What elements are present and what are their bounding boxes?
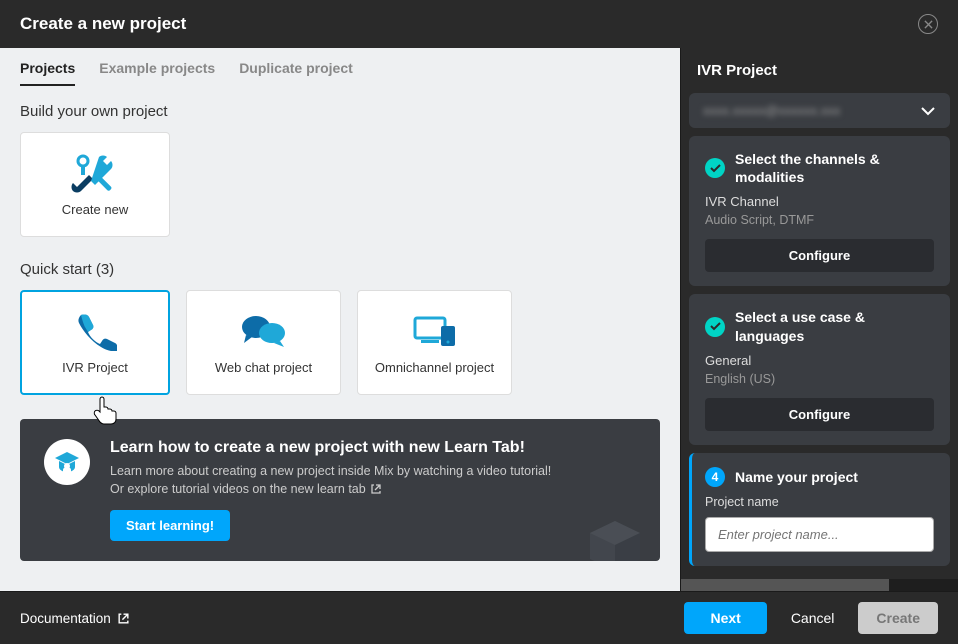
- configure-usecase-button[interactable]: Configure: [705, 398, 934, 431]
- chat-icon: [240, 310, 288, 352]
- phone-icon: [73, 310, 117, 352]
- quickstart-section-title: Quick start (3): [20, 261, 660, 278]
- step-name-title: Name your project: [735, 468, 858, 486]
- tools-icon: [71, 152, 119, 194]
- learn-desc-2: Or explore tutorial videos on the new le…: [110, 481, 366, 499]
- learn-desc-1: Learn more about creating a new project …: [110, 463, 636, 481]
- configure-channels-button[interactable]: Configure: [705, 239, 934, 272]
- step-channels-title: Select the channels & modalities: [735, 150, 934, 186]
- modal-title: Create a new project: [20, 14, 186, 34]
- ivr-project-label: IVR Project: [62, 360, 128, 375]
- graduate-icon: [44, 439, 90, 485]
- step-number-badge: 4: [705, 467, 725, 487]
- build-section-title: Build your own project: [20, 103, 660, 120]
- learn-title: Learn how to create a new project with n…: [110, 439, 636, 457]
- omnichannel-project-label: Omnichannel project: [375, 360, 494, 375]
- external-link-icon: [117, 612, 130, 625]
- documentation-link[interactable]: Documentation: [20, 611, 130, 626]
- learn-banner: Learn how to create a new project with n…: [20, 419, 660, 561]
- horizontal-scrollbar[interactable]: [681, 579, 958, 591]
- step-name-panel: 4 Name your project Project name: [689, 453, 950, 566]
- devices-icon: [411, 310, 459, 352]
- start-learning-button[interactable]: Start learning!: [110, 510, 230, 541]
- external-link-icon: [370, 483, 382, 495]
- create-button[interactable]: Create: [858, 602, 938, 634]
- project-name-input[interactable]: [705, 517, 934, 552]
- check-icon: [705, 158, 725, 178]
- tab-projects[interactable]: Projects: [20, 60, 75, 86]
- check-icon: [705, 317, 725, 337]
- right-panel-title: IVR Project: [681, 48, 958, 93]
- step-channels-panel: Select the channels & modalities IVR Cha…: [689, 136, 950, 286]
- step-channels-sub: IVR Channel: [705, 194, 934, 209]
- step-channels-sub2: Audio Script, DTMF: [705, 213, 934, 227]
- step-usecase-sub: General: [705, 353, 934, 368]
- create-new-label: Create new: [62, 202, 128, 217]
- step-usecase-panel: Select a use case & languages General En…: [689, 294, 950, 444]
- close-button[interactable]: [918, 14, 938, 34]
- step-usecase-sub2: English (US): [705, 372, 934, 386]
- cube-decoration-icon: [580, 511, 650, 561]
- tab-duplicate-project[interactable]: Duplicate project: [239, 60, 353, 86]
- chevron-down-icon: [920, 106, 936, 116]
- webchat-project-card[interactable]: Web chat project: [186, 290, 341, 395]
- create-new-card[interactable]: Create new: [20, 132, 170, 237]
- cancel-button[interactable]: Cancel: [777, 602, 849, 634]
- webchat-project-label: Web chat project: [215, 360, 312, 375]
- ivr-project-card[interactable]: IVR Project: [20, 290, 170, 395]
- tab-example-projects[interactable]: Example projects: [99, 60, 215, 86]
- owner-value: xxxx.xxxxx@xxxxxx.xxx: [703, 103, 840, 118]
- next-button[interactable]: Next: [684, 602, 766, 634]
- omnichannel-project-card[interactable]: Omnichannel project: [357, 290, 512, 395]
- project-name-label: Project name: [705, 495, 934, 509]
- owner-dropdown[interactable]: xxxx.xxxxx@xxxxxx.xxx: [689, 93, 950, 128]
- documentation-label: Documentation: [20, 611, 111, 626]
- step-usecase-title: Select a use case & languages: [735, 308, 934, 344]
